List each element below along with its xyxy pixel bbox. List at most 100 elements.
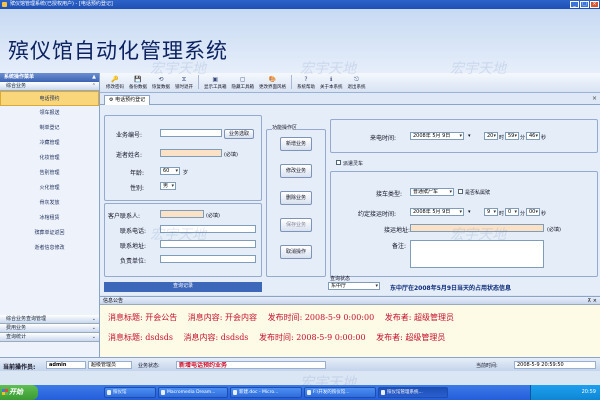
cancel-operation-button[interactable]: 取消操作: [280, 245, 312, 259]
start-button[interactable]: 开始: [0, 385, 38, 400]
sidebar-item-cold-storage[interactable]: 冷藏管理: [0, 136, 99, 151]
sidebar-category-stats[interactable]: 查询统计 ⌄: [0, 333, 99, 342]
biz-no-input[interactable]: [160, 129, 222, 137]
pin-icon[interactable]: ⊼ ×: [588, 297, 597, 305]
gear-icon: ⚙: [109, 97, 114, 103]
time-field: 2008-5-9 20:59:50: [514, 361, 596, 369]
bulletin-title: 信息公告: [103, 298, 124, 304]
notice-time-label: 发布时间:: [267, 313, 303, 322]
maximize-button[interactable]: □: [580, 1, 589, 8]
gender-select[interactable]: 男: [160, 182, 176, 190]
sidebar-category-general[interactable]: 综合业务 ⌃: [0, 82, 99, 91]
watermark: 宏宇天地: [450, 61, 506, 77]
status-field: 新增电话预约业务: [176, 361, 326, 369]
save-business-button[interactable]: 保存业务: [280, 218, 312, 232]
age-select[interactable]: 60: [160, 167, 180, 175]
sidebar-item-ashes[interactable]: 骨灰发放: [0, 196, 99, 211]
close-icon[interactable]: ×: [592, 95, 597, 102]
dropdown-arrow-icon[interactable]: ▾: [468, 133, 471, 139]
minimize-button[interactable]: _: [570, 1, 579, 8]
hall-select[interactable]: 东中厅: [328, 282, 380, 290]
call-hour-select[interactable]: 20: [484, 132, 498, 140]
toolbar-label: 隐藏工具箱: [231, 85, 255, 90]
contact-input[interactable]: [160, 210, 204, 218]
minute-unit: 分: [520, 211, 526, 217]
call-minute-select[interactable]: 59: [505, 132, 519, 140]
sidebar-item-registration[interactable]: 制单登记: [0, 121, 99, 136]
call-second-select[interactable]: 46: [526, 132, 540, 140]
notice-publisher-label: 发布者:: [384, 313, 412, 322]
notice-publisher-label: 发布者:: [376, 333, 403, 342]
remarks-textarea[interactable]: [410, 240, 544, 268]
toolbox-hide-icon: ▢: [239, 76, 246, 83]
notice-title: dsdsds: [145, 333, 173, 342]
sidebar-item-info-edit[interactable]: 逝者信息修改: [0, 241, 99, 256]
edit-business-button[interactable]: 修改业务: [280, 164, 312, 178]
dropdown-arrow-icon[interactable]: ▾: [468, 209, 471, 215]
sidebar-item-farewell[interactable]: 告别管理: [0, 166, 99, 181]
pickup-minute-select[interactable]: 0: [505, 208, 519, 216]
chevron-up-icon: ⌃: [91, 83, 96, 89]
toolbar-label: 备份数据: [129, 85, 147, 90]
window-title: 殡仪馆管理系统(已授权用户) - [电话预约登记]: [10, 1, 113, 7]
vehicle-type-label: 接车类型:: [376, 191, 403, 198]
palette-icon: 🎨: [268, 76, 277, 83]
sidebar-category-fees[interactable]: 费用业务 ⌄: [0, 324, 99, 333]
change-style-button[interactable]: 🎨 更改界面风格: [257, 75, 288, 92]
pickup-time-label: 约定接运时间:: [358, 211, 397, 218]
new-business-button[interactable]: 新增业务: [280, 137, 312, 151]
hide-toolbox-button[interactable]: ▢ 隐藏工具箱: [230, 75, 257, 92]
taskbar-item[interactable]: Macromedia Dream...: [158, 387, 228, 398]
vehicle-type-select[interactable]: 普通殡尸车: [410, 188, 454, 196]
pickup-hour-select[interactable]: 9: [484, 208, 498, 216]
sidebar: 系统操作菜单 ▲ 综合业务 ⌃ 电话预约 领车报送 制单登记 冷藏管理 化妆管理…: [0, 73, 100, 360]
chevron-up-icon[interactable]: ▲: [92, 73, 96, 82]
pickup-second-select[interactable]: 00: [526, 208, 540, 216]
notice-row: 消息标题: 开会公告 消息内容: 开会内容 发布时间: 2008-5-9 0:0…: [108, 311, 592, 331]
tab-label: 电话预约登记: [115, 97, 146, 103]
sidebar-item-cremation[interactable]: 火化管理: [0, 181, 99, 196]
sidebar-item-ice-coffin[interactable]: 冰棺租赁: [0, 211, 99, 226]
taskbar-item[interactable]: 新建.doc - Micro...: [230, 387, 302, 398]
change-password-button[interactable]: 🔑 修改密码: [104, 75, 126, 92]
sidebar-category-label: 综合业务查询管理: [6, 316, 47, 322]
call-date-picker[interactable]: 2008年 5月 9日: [410, 132, 464, 140]
status-label: 业务状态:: [138, 363, 160, 369]
backup-data-button[interactable]: 💾 备份数据: [127, 75, 149, 92]
sidebar-item-documents[interactable]: 殡葬单证返回: [0, 226, 99, 241]
floppy-icon: 💾: [134, 76, 142, 83]
required-hint: (必填): [224, 152, 238, 158]
delete-business-button[interactable]: 删除业务: [280, 191, 312, 205]
age-label: 年龄:: [130, 170, 145, 177]
taskbar-item[interactable]: 殡仪馆管理系统...: [378, 387, 448, 398]
biz-select-button[interactable]: 业务选取: [224, 129, 254, 139]
watermark: 宏宇天地: [300, 61, 356, 77]
call-time-label: 来电时间:: [370, 135, 397, 142]
private-vehicle-checkbox[interactable]: [458, 189, 463, 194]
taskbar-item[interactable]: 殡仪馆: [104, 387, 156, 398]
query-status-label: 查询状态: [330, 276, 351, 282]
sidebar-item-phone-booking[interactable]: 电话预约: [0, 91, 99, 106]
dispatch-vehicle-checkbox[interactable]: [336, 160, 341, 165]
system-tray: 20:59: [530, 385, 600, 400]
app-icon: [2, 2, 7, 7]
sidebar-category-label: 综合业务: [6, 83, 27, 89]
hour-unit: 时: [499, 211, 505, 217]
toolbar-label: 恢复数据: [152, 85, 170, 90]
toolbar-label: 锁时退开: [175, 85, 193, 90]
deceased-name-input[interactable]: [160, 149, 222, 157]
notice-content-label: 消息内容:: [187, 313, 223, 322]
sidebar-item-vehicle[interactable]: 领车报送: [0, 106, 99, 121]
pickup-date-picker[interactable]: 2008年 5月 9日: [410, 208, 464, 216]
query-record-button[interactable]: 查询记录: [104, 282, 262, 292]
required-hint: (必填): [547, 227, 561, 233]
notice-row: 消息标题: dsdsds 消息内容: dsdsds 发布时间: 2008-5-9…: [108, 331, 592, 351]
close-button[interactable]: ×: [590, 1, 599, 8]
sidebar-item-makeup[interactable]: 化妆管理: [0, 151, 99, 166]
key-icon: 🔑: [111, 76, 119, 83]
unit-input[interactable]: [160, 255, 256, 263]
minute-unit: 分: [520, 135, 526, 141]
unit-label: 负责单位:: [120, 258, 147, 265]
sidebar-category-query-mgmt[interactable]: 综合业务查询管理 ⌄: [0, 315, 99, 324]
tab-phone-booking[interactable]: ⚙ 电话预约登记: [104, 95, 151, 105]
